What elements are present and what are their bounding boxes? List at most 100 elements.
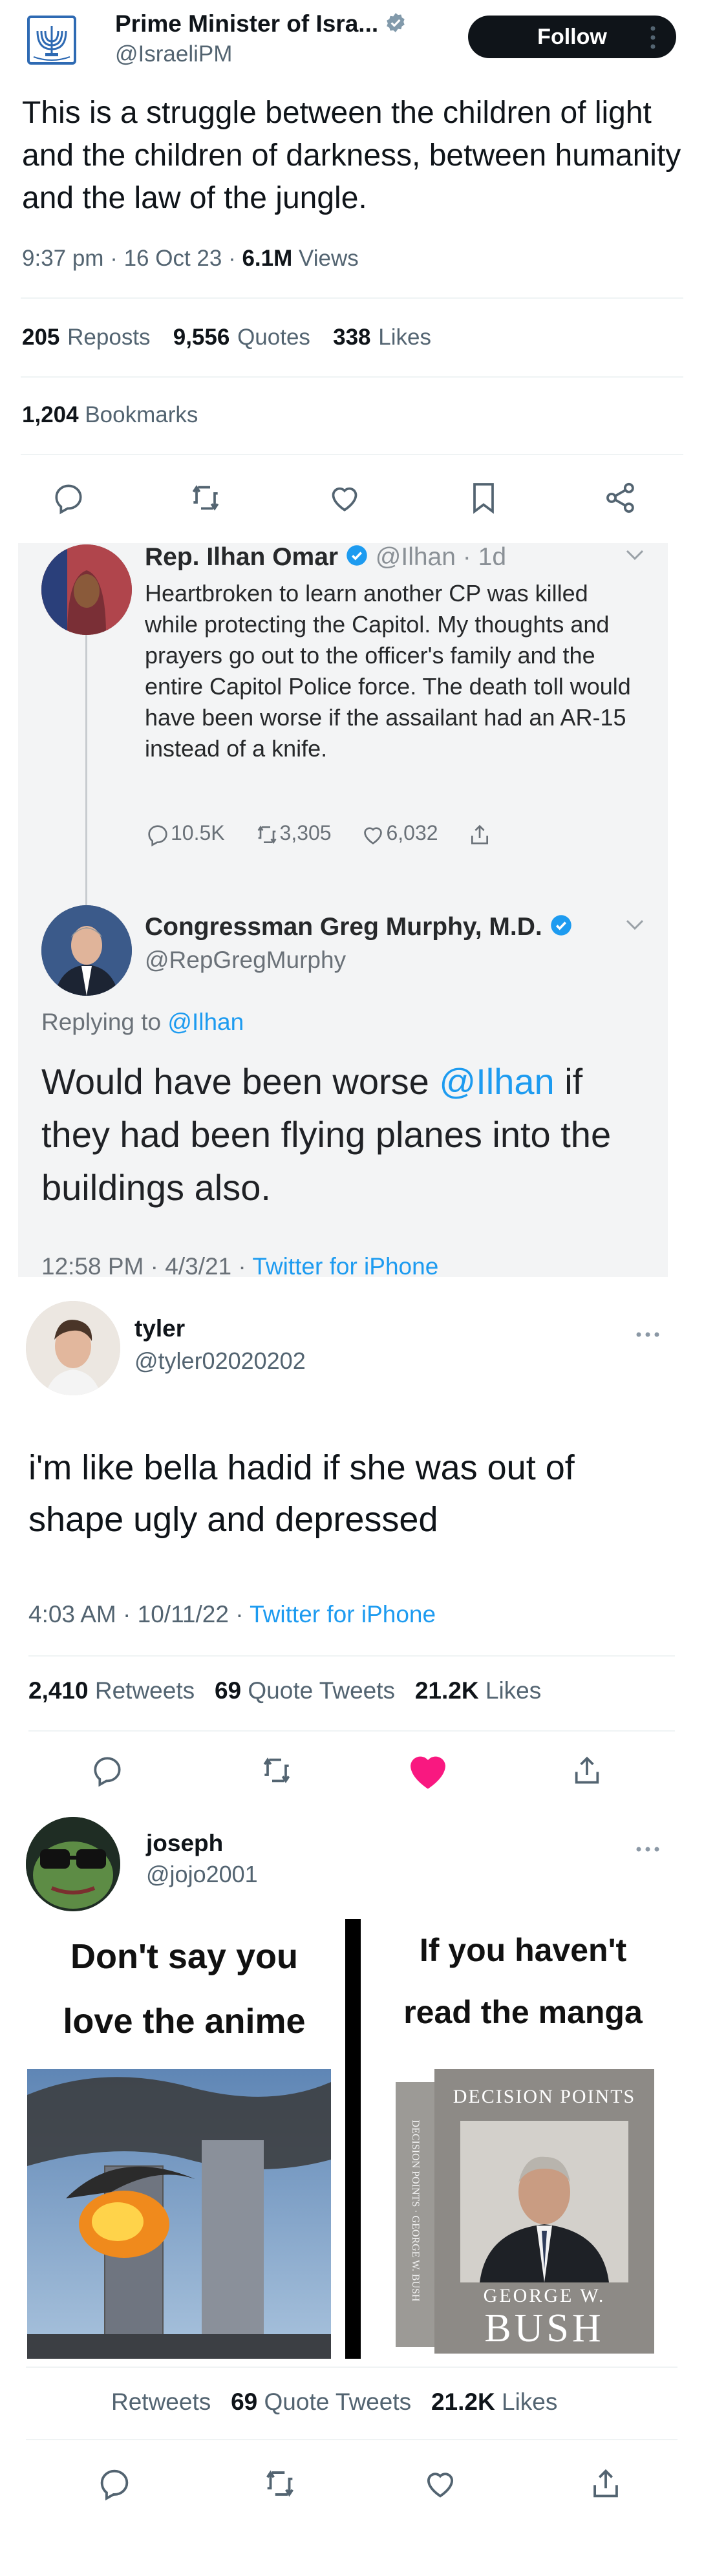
divider bbox=[28, 1655, 675, 1657]
tweet-source[interactable]: Twitter for iPhone bbox=[250, 1601, 436, 1627]
likes-count: 338 bbox=[333, 325, 371, 350]
quotes-label: Quotes bbox=[237, 325, 310, 350]
embedded-date: 4/3/21 bbox=[165, 1253, 232, 1280]
follow-label: Follow bbox=[537, 25, 607, 49]
divider bbox=[28, 1730, 675, 1732]
divider bbox=[21, 454, 683, 455]
repost-icon[interactable] bbox=[187, 480, 224, 516]
quotes-count: 69 bbox=[214, 1677, 242, 1704]
tweet-body: i'm like bella hadid if she was out of s… bbox=[28, 1448, 575, 1539]
menorah-emblem-icon bbox=[27, 16, 76, 65]
tweet-date[interactable]: 16 Oct 23 bbox=[124, 246, 222, 271]
bookmarks-count: 1,204 bbox=[22, 402, 79, 427]
chevron-down-icon bbox=[622, 546, 648, 565]
embedded-age: 1d bbox=[478, 543, 507, 571]
chevron-down-icon bbox=[622, 916, 648, 935]
views-count: 6.1M bbox=[242, 246, 293, 271]
meme-caption-right: read the manga bbox=[403, 1994, 643, 2030]
retweet-icon[interactable] bbox=[259, 1752, 295, 1788]
likes-stat[interactable]: 338 Likes bbox=[333, 325, 431, 350]
author-handle[interactable]: @jojo2001 bbox=[146, 1861, 258, 1888]
like-stat: 6,032 bbox=[360, 821, 438, 844]
like-icon bbox=[360, 822, 386, 848]
retweets-label: Retweets bbox=[94, 1677, 195, 1704]
author-handle[interactable]: @IsraeliPM bbox=[115, 41, 232, 67]
twin-towers-photo bbox=[27, 2069, 331, 2359]
likes-stat[interactable]: 21.2K Likes bbox=[415, 1677, 541, 1704]
quotes-stat[interactable]: 69 Quote Tweets bbox=[215, 1677, 395, 1704]
meme-caption-right: If you haven't bbox=[419, 1932, 627, 1968]
avatar-greg-murphy bbox=[41, 905, 132, 996]
embedded-source: Twitter for iPhone bbox=[252, 1253, 439, 1280]
views-label: Views bbox=[299, 246, 359, 271]
meme-divider bbox=[345, 1919, 361, 2359]
author-name[interactable]: Prime Minister of Isra... bbox=[115, 10, 378, 37]
avatar-israelipm[interactable] bbox=[23, 12, 80, 69]
follow-button[interactable]: Follow bbox=[468, 16, 676, 58]
meme-caption-left: love the anime bbox=[63, 2002, 306, 2041]
share-icon[interactable] bbox=[603, 480, 639, 516]
replying-prefix: Replying to bbox=[41, 1009, 162, 1035]
tweet-time[interactable]: 4:03 AM bbox=[28, 1601, 116, 1627]
quotes-stat[interactable]: 69 Quote Tweets bbox=[231, 2388, 411, 2415]
more-options-icon[interactable] bbox=[635, 1331, 661, 1338]
book-author-last: BUSH bbox=[484, 2306, 604, 2350]
retweets-label: Retweets bbox=[111, 2388, 211, 2415]
share-icon[interactable] bbox=[569, 1752, 605, 1788]
reply-icon bbox=[145, 822, 171, 848]
author-handle[interactable]: @tyler02020202 bbox=[134, 1347, 306, 1375]
portrait-icon bbox=[41, 544, 132, 635]
author-name[interactable]: tyler bbox=[134, 1315, 185, 1342]
author-name[interactable]: joseph bbox=[146, 1830, 223, 1857]
like-icon[interactable] bbox=[326, 480, 363, 516]
reply-body-mention: @Ilhan bbox=[439, 1061, 555, 1102]
reply-icon[interactable] bbox=[50, 480, 87, 516]
embedded-reply-body: Would have been worse @Ilhan if they had… bbox=[41, 1055, 649, 1214]
portrait-icon bbox=[26, 1301, 120, 1395]
repost-icon bbox=[254, 822, 280, 848]
share-icon[interactable] bbox=[587, 2465, 624, 2502]
more-options-icon[interactable] bbox=[635, 1845, 661, 1853]
quotes-stat[interactable]: 9,556 Quotes bbox=[173, 325, 310, 350]
meme-image[interactable]: Don't say you love the anime If you have… bbox=[26, 1919, 677, 2359]
reposts-stat[interactable]: 205 Reposts bbox=[22, 325, 151, 350]
book-front: DECISION POINTS GEORGE W. BUSH bbox=[434, 2069, 654, 2354]
more-options-icon[interactable] bbox=[649, 25, 657, 50]
reply-count: 10.5K bbox=[171, 821, 225, 844]
divider bbox=[26, 2367, 677, 2368]
retweet-icon[interactable] bbox=[261, 2465, 299, 2502]
quotes-label: Quote Tweets bbox=[264, 2388, 412, 2415]
replying-handle: @Ilhan bbox=[167, 1009, 244, 1035]
liked-heart-icon[interactable] bbox=[403, 1746, 453, 1795]
likes-stat[interactable]: 21.2K Likes bbox=[431, 2388, 557, 2415]
tweet-date[interactable]: 10/11/22 bbox=[138, 1601, 229, 1627]
retweets-count: 2,410 bbox=[28, 1677, 89, 1704]
quotes-count: 9,556 bbox=[173, 325, 230, 350]
avatar-joseph[interactable] bbox=[26, 1817, 120, 1911]
like-icon[interactable] bbox=[421, 2465, 459, 2502]
likes-label: Likes bbox=[502, 2388, 558, 2415]
retweet-count: 3,305 bbox=[279, 821, 332, 844]
book-title: DECISION POINTS bbox=[453, 2086, 636, 2107]
reply-icon[interactable] bbox=[89, 1752, 125, 1788]
retweets-stat[interactable]: 2,410 Retweets bbox=[28, 1677, 195, 1704]
book-author-first: GEORGE W. bbox=[483, 2285, 606, 2306]
tweet-time[interactable]: 9:37 pm bbox=[22, 246, 103, 271]
embedded-body: Heartbroken to learn another CP was kill… bbox=[145, 580, 631, 762]
reply-icon[interactable] bbox=[96, 2465, 133, 2502]
decision-points-book-cover: DECISION POINTS · GEORGE W. BUSH DECISIO… bbox=[396, 2069, 654, 2354]
reply-stat: 10.5K bbox=[145, 821, 225, 846]
share-icon bbox=[467, 821, 493, 844]
avatar-tyler[interactable] bbox=[26, 1301, 120, 1395]
likes-count: 21.2K bbox=[431, 2388, 495, 2415]
bookmarks-stat[interactable]: 1,204 Bookmarks bbox=[22, 402, 198, 428]
likes-count: 21.2K bbox=[414, 1677, 479, 1704]
retweet-stat: 3,305 bbox=[254, 821, 332, 844]
portrait-icon bbox=[41, 905, 132, 996]
reposts-count: 205 bbox=[22, 325, 60, 350]
embedded-author-handle: @RepGregMurphy bbox=[145, 947, 347, 973]
embedded-author-name: Rep. Ilhan Omar bbox=[145, 543, 339, 571]
book-portrait-icon bbox=[460, 2121, 628, 2282]
retweets-stat[interactable]: Retweets bbox=[111, 2388, 211, 2415]
bookmark-icon[interactable] bbox=[465, 480, 502, 516]
